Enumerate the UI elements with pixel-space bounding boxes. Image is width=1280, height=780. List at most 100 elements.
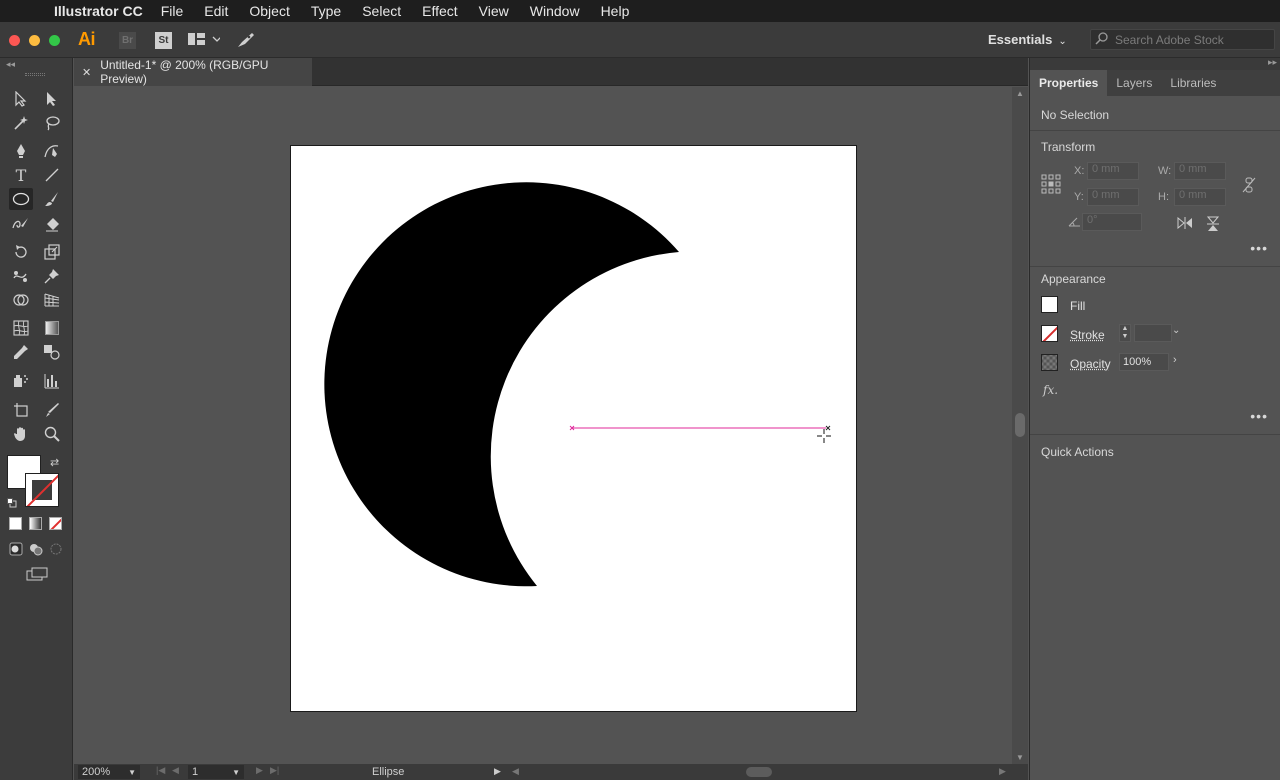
rotate-tool[interactable] [9,241,33,263]
appearance-stroke-swatch[interactable] [1041,325,1058,342]
stroke-weight-field[interactable] [1134,324,1172,342]
first-artboard-button[interactable]: |◀ [156,765,165,776]
previous-artboard-button[interactable]: ◀ [172,765,179,776]
y-field[interactable]: 0 mm [1087,188,1139,206]
scroll-left-icon[interactable]: ◀ [512,766,519,777]
app-name-menu[interactable]: Illustrator CC [54,3,143,19]
scroll-up-icon[interactable]: ▲ [1016,89,1024,98]
puppet-warp-tool[interactable] [9,265,33,287]
perspective-grid-tool[interactable] [40,289,64,311]
curvature-tool[interactable] [40,140,64,162]
change-screen-mode-button[interactable] [26,567,48,586]
menu-window[interactable]: Window [530,3,580,19]
menu-select[interactable]: Select [362,3,401,19]
type-tool[interactable]: T [9,164,33,186]
fx-button[interactable]: fx. [1043,383,1058,397]
menu-type[interactable]: Type [311,3,341,19]
window-close-button[interactable] [9,35,20,46]
pen-tool[interactable] [9,140,33,162]
flip-horizontal-button[interactable] [1177,217,1193,232]
stock-button[interactable]: St [155,32,172,49]
eyedropper-tool[interactable] [9,341,33,363]
workspace-switcher[interactable]: Essentials ⌄ [988,32,1067,47]
draw-normal-button[interactable] [9,542,23,556]
hand-tool[interactable] [9,423,33,445]
toolbar-grip[interactable] [25,73,45,76]
tab-layers[interactable]: Layers [1107,70,1161,96]
transform-more-options-button[interactable]: ••• [1250,240,1268,256]
swap-fill-stroke-icon[interactable]: ⇄ [50,456,59,469]
tab-libraries[interactable]: Libraries [1161,70,1225,96]
draw-behind-button[interactable] [29,542,43,556]
zoom-level-select[interactable]: 200% ▼ [78,765,140,779]
draw-inside-button[interactable] [49,542,63,556]
paintbrush-tool[interactable] [40,188,64,210]
gradient-mode-button[interactable] [29,517,42,530]
width-field[interactable]: 0 mm [1174,162,1226,180]
artboard-tool[interactable] [9,399,33,421]
menu-edit[interactable]: Edit [204,3,228,19]
next-artboard-button[interactable]: ▶ [256,765,263,776]
status-menu-arrow-icon[interactable]: ▶ [494,766,501,777]
horizontal-scroll-thumb[interactable] [746,767,772,777]
vertical-scrollbar[interactable]: ▲ ▼ [1012,87,1028,764]
constrain-proportions-button[interactable] [1242,177,1256,196]
artboard-number-select[interactable]: 1 ▼ [188,765,244,779]
arrange-documents-button[interactable] [188,32,220,53]
column-graph-tool[interactable] [40,370,64,392]
appearance-fill-swatch[interactable] [1041,296,1058,313]
mesh-tool[interactable] [9,317,33,339]
blend-tool[interactable] [40,341,64,363]
gradient-tool[interactable] [40,317,64,339]
direct-selection-tool[interactable] [40,88,64,110]
flip-vertical-button[interactable] [1207,216,1219,235]
x-field[interactable]: 0 mm [1087,162,1139,180]
canvas-area[interactable] [74,87,1012,764]
opacity-field[interactable]: 100% [1119,353,1169,371]
pin-tool[interactable] [40,265,64,287]
opacity-label[interactable]: Opacity [1070,357,1111,371]
crescent-shape[interactable] [324,182,679,586]
menu-view[interactable]: View [479,3,509,19]
magic-wand-tool[interactable] [9,112,33,134]
appearance-more-options-button[interactable]: ••• [1250,408,1268,424]
rotate-angle-field[interactable]: 0° [1082,213,1142,231]
stroke-color-swatch[interactable] [25,473,59,507]
scroll-down-icon[interactable]: ▼ [1016,753,1024,762]
scroll-right-icon[interactable]: ▶ [999,766,1006,777]
reference-point-grid[interactable] [1041,174,1061,197]
bridge-button[interactable]: Br [119,32,136,49]
stroke-label[interactable]: Stroke [1070,328,1105,342]
close-document-icon[interactable]: ✕ [82,66,91,79]
window-minimize-button[interactable] [29,35,40,46]
expand-panels-icon[interactable]: ▸▸ [1268,57,1277,68]
scale-tool[interactable] [40,241,64,263]
height-field[interactable]: 0 mm [1174,188,1226,206]
current-tool-status[interactable]: Ellipse [372,766,404,778]
none-mode-button[interactable] [49,517,62,530]
last-artboard-button[interactable]: ▶| [270,765,279,776]
symbol-sprayer-tool[interactable] [9,370,33,392]
menu-help[interactable]: Help [601,3,630,19]
menu-object[interactable]: Object [249,3,289,19]
selection-tool[interactable] [9,88,33,110]
line-segment-tool[interactable] [40,164,64,186]
stroke-weight-dropdown-icon[interactable]: ⌄ [1172,325,1180,336]
eraser-tool[interactable] [40,213,64,235]
stroke-weight-stepper[interactable]: ▲ ▼ [1119,324,1131,342]
window-zoom-button[interactable] [49,35,60,46]
collapse-toolbar-icon[interactable]: ◂◂ [6,59,15,70]
shaper-tool[interactable] [9,213,33,235]
document-tab[interactable]: ✕ Untitled-1* @ 200% (RGB/GPU Preview) [74,58,312,86]
ellipse-tool[interactable] [9,188,33,210]
vertical-scroll-thumb[interactable] [1015,413,1025,437]
shape-builder-tool[interactable] [9,289,33,311]
menu-effect[interactable]: Effect [422,3,458,19]
publish-button[interactable] [236,31,256,54]
opacity-arrow-icon[interactable]: › [1173,354,1177,366]
zoom-tool[interactable] [40,423,64,445]
default-fill-stroke-icon[interactable] [7,495,17,505]
color-mode-button[interactable] [9,517,22,530]
stock-search-input[interactable]: Search Adobe Stock [1090,29,1275,50]
tab-properties[interactable]: Properties [1030,70,1107,96]
